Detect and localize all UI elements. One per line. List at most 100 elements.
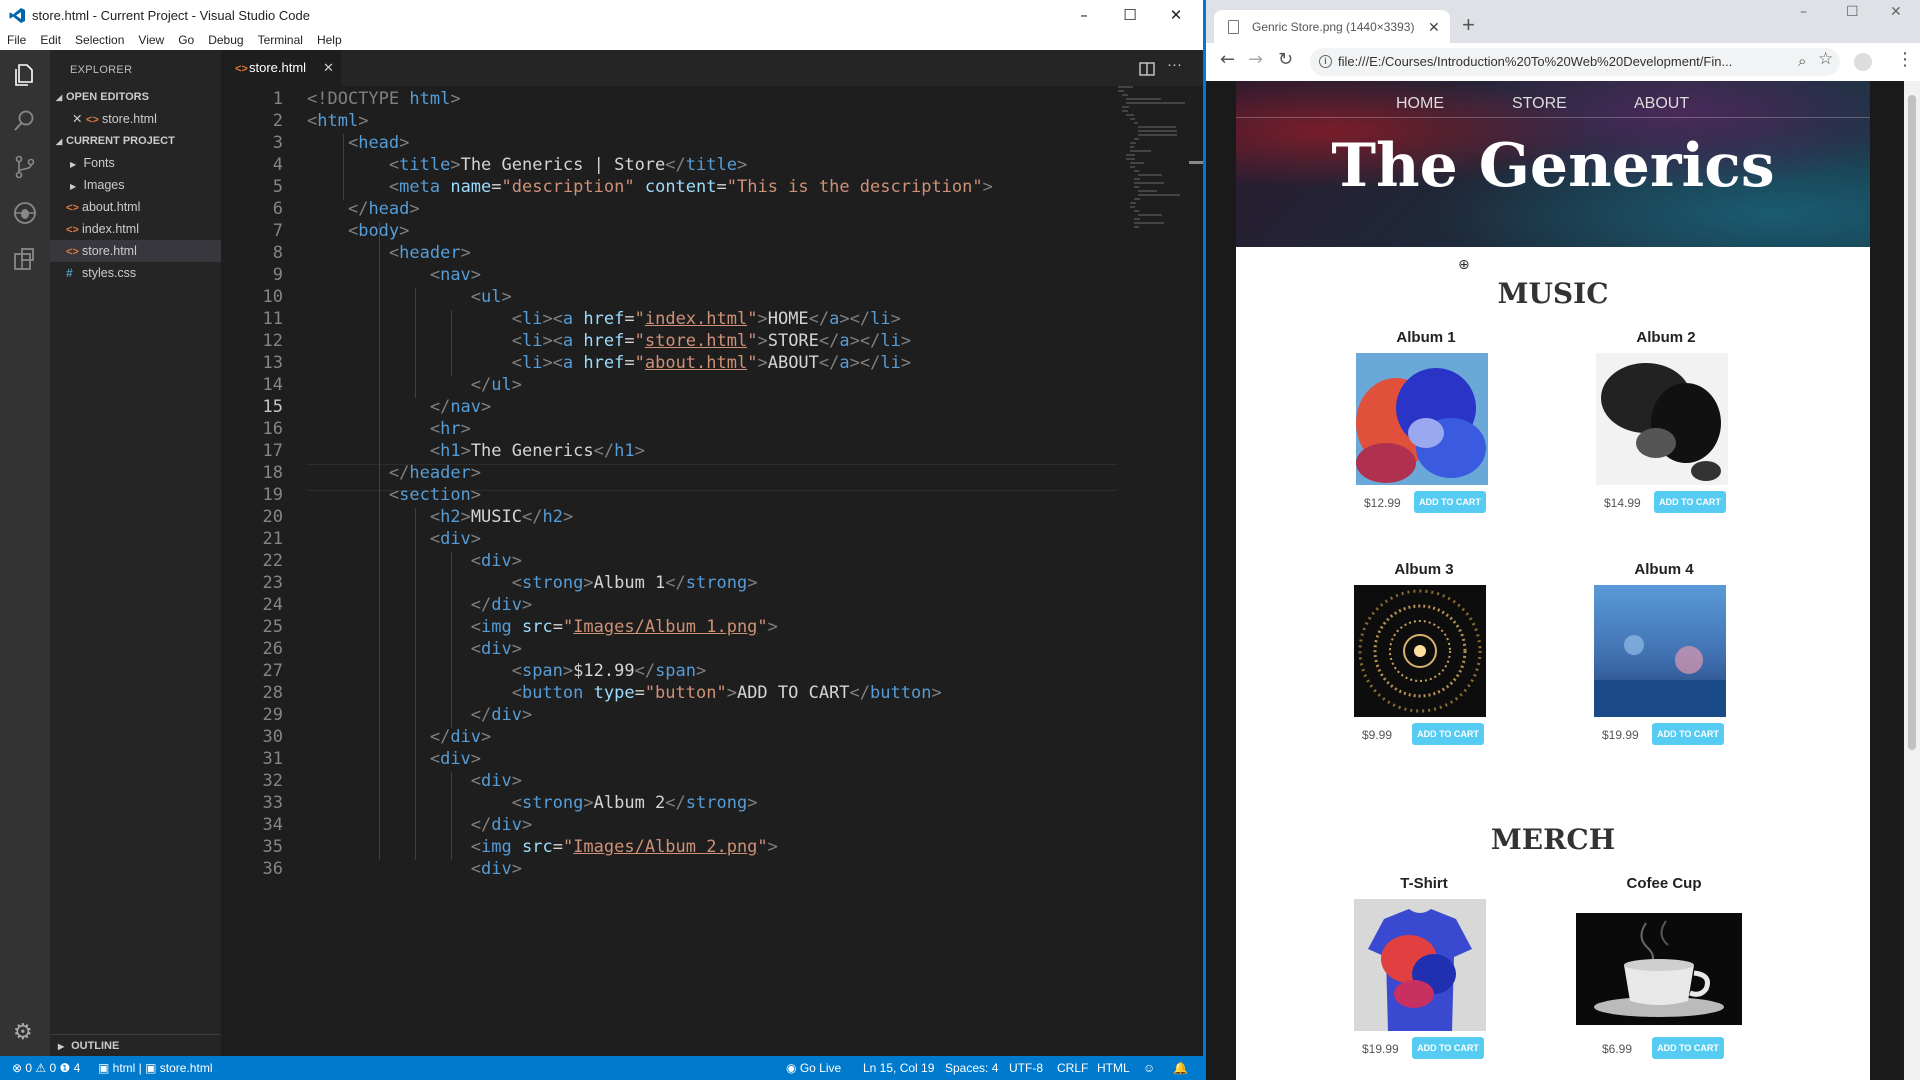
merch-heading: MERCH [1490,823,1616,856]
go-live-label: Go Live [799,1061,842,1075]
menu-selection[interactable]: Selection [68,30,131,47]
tshirt-art[interactable] [1354,899,1486,1031]
menu-edit[interactable]: Edit [33,30,68,47]
album-2-art[interactable] [1596,353,1728,485]
notifications-bell-icon[interactable]: 🔔 [1173,1061,1188,1075]
back-arrow-icon[interactable]: ← [1220,49,1235,70]
chrome-window: Genric Store.png (1440×3393) ✕ + – ☐ ✕ ←… [1206,0,1920,1080]
chrome-minimize-button[interactable]: – [1800,4,1807,20]
explorer-icon[interactable] [12,62,38,88]
indentation[interactable]: Spaces: 4 [945,1061,998,1075]
encoding[interactable]: UTF-8 [1009,1061,1043,1075]
close-tab-icon[interactable]: ✕ [1428,10,1440,44]
problems-indicator[interactable]: ⊗ 0 ⚠ 0 ❶ 4 [12,1061,80,1075]
minimap-line [1134,210,1139,212]
minimap-line [1122,110,1128,112]
profile-avatar-icon[interactable] [1854,53,1872,71]
html-file-icon: <> [86,114,99,126]
minimap-line [1126,158,1135,160]
split-editor-icon[interactable] [1139,62,1155,76]
address-bar[interactable]: i file:///E:/Courses/Introduction%20To%2… [1310,48,1840,76]
menu-help[interactable]: Help [310,30,349,47]
forward-arrow-icon[interactable]: → [1248,49,1263,70]
open-editors-section[interactable]: ◢ OPEN EDITORS [50,86,221,108]
minimap[interactable] [1118,86,1198,386]
tshirt-add-to-cart[interactable]: ADD TO CART [1412,1037,1484,1059]
minimap-line [1130,146,1134,148]
minimap-line [1134,218,1140,220]
album-3-art[interactable] [1354,585,1486,717]
cup-title: Cofee Cup [1626,875,1702,892]
chrome-maximize-button[interactable]: ☐ [1846,4,1859,20]
zoom-icon[interactable]: ⌕ [1798,52,1806,70]
album-1-price: $12.99 [1364,496,1401,510]
tree-item-index[interactable]: <> index.html [50,218,221,240]
vscode-logo-icon [9,8,25,23]
feedback-smiley-icon[interactable]: ☺ [1143,1061,1155,1075]
open-editors-label: OPEN EDITORS [66,91,149,103]
extensions-icon[interactable] [12,246,38,272]
tree-item-styles[interactable]: # styles.css [50,262,221,284]
cup-price: $6.99 [1602,1042,1633,1056]
tree-item-label: store.html [82,244,137,258]
bookmark-star-icon[interactable]: ☆ [1818,49,1833,69]
nav-about-link[interactable]: ABOUT [1634,95,1689,113]
album-1-art[interactable] [1356,353,1488,485]
tree-item-about[interactable]: <> about.html [50,196,221,218]
album-3-add-to-cart[interactable]: ADD TO CART [1412,723,1484,745]
album-1-title: Album 1 [1396,329,1456,346]
site-info-icon[interactable]: i [1319,55,1332,68]
close-icon[interactable]: ✕ [72,108,86,130]
new-tab-button[interactable]: + [1462,12,1475,38]
line-endings[interactable]: CRLF [1057,1061,1088,1075]
debug-icon[interactable] [12,200,38,226]
cursor-position[interactable]: Ln 15, Col 19 [863,1061,934,1075]
tree-item-label: styles.css [82,266,137,280]
line-number: 36 [262,859,283,879]
code-line: <div> [470,859,522,879]
code-editor[interactable]: 1 2 3 4 5 6 7 8 9 10 11 12 13 14 15 16 17 18 19 20 21 22 23 24 2… [221,86,1203,1056]
settings-gear-icon[interactable]: ⚙ [13,1020,33,1045]
nav-divider [1236,117,1870,118]
scrollbar-thumb[interactable] [1908,95,1916,750]
chrome-close-button[interactable]: ✕ [1890,4,1902,20]
cup-add-to-cart[interactable]: ADD TO CART [1652,1037,1724,1059]
menu-debug[interactable]: Debug [201,30,250,47]
search-icon[interactable] [12,108,38,134]
outline-section[interactable]: ▶ OUTLINE [50,1034,221,1056]
open-editor-item[interactable]: ✕ <> store.html [50,108,221,130]
source-control-icon[interactable] [12,154,38,180]
reload-icon[interactable]: ↻ [1278,49,1293,70]
close-button[interactable]: ✕ [1153,2,1199,28]
album-2-add-to-cart[interactable]: ADD TO CART [1654,491,1726,513]
more-actions-icon[interactable]: ··· [1167,56,1182,73]
maximize-button[interactable]: ☐ [1107,2,1153,28]
tab-close-icon[interactable]: ✕ [323,50,334,86]
minimap-line [1126,154,1135,156]
menu-terminal[interactable]: Terminal [251,30,310,47]
album-4-add-to-cart[interactable]: ADD TO CART [1652,723,1724,745]
chevron-down-icon: ◢ [56,137,63,146]
menu-go[interactable]: Go [171,30,201,47]
page-scrollbar[interactable] [1904,81,1920,1080]
menu-view[interactable]: View [131,30,171,47]
language-mode[interactable]: HTML [1097,1061,1130,1075]
minimap-line [1126,98,1161,100]
cup-art[interactable] [1576,913,1742,1025]
menu-file[interactable]: File [0,30,33,47]
tree-item-fonts[interactable]: ▶ Fonts [50,152,221,174]
tree-item-store[interactable]: <> store.html [50,240,221,262]
album-1-add-to-cart[interactable]: ADD TO CART [1414,491,1486,513]
minimize-button[interactable]: – [1061,2,1107,28]
tab-store-html[interactable]: <>store.html ✕ [221,50,341,86]
minimap-line [1134,198,1140,200]
explorer-title: EXPLORER [70,64,133,76]
status-breadcrumb[interactable]: ▣ html | ▣ store.html [98,1061,212,1075]
go-live-button[interactable]: ◉ Go Live [786,1061,841,1075]
nav-store-link[interactable]: STORE [1512,95,1567,113]
chrome-menu-icon[interactable]: ⋮ [1896,49,1914,70]
project-section[interactable]: ◢ CURRENT PROJECT [50,130,221,152]
nav-home-link[interactable]: HOME [1396,95,1444,113]
album-4-art[interactable] [1594,585,1726,717]
tree-item-images[interactable]: ▶ Images [50,174,221,196]
